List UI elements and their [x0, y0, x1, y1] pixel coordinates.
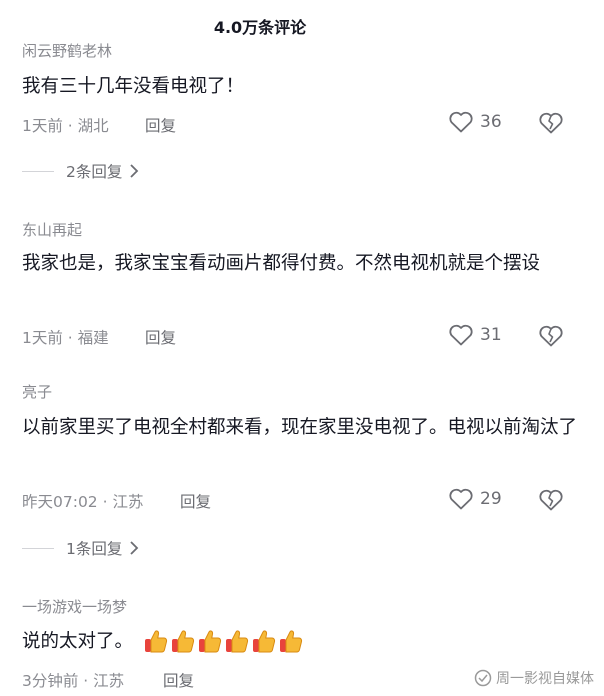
comment-username[interactable]: 东山再起 [22, 219, 82, 240]
reply-button[interactable]: 回复 [145, 326, 176, 348]
comment-username[interactable]: 闲云野鹤老林 [22, 40, 112, 61]
like-button[interactable]: 31 [448, 323, 502, 347]
broken-heart-icon[interactable] [538, 324, 564, 348]
watermark: 周一影视自媒体 [474, 668, 594, 688]
reply-button[interactable]: 回复 [163, 669, 194, 691]
replies-count-label: 1条回复 [66, 540, 123, 558]
replies-divider [22, 547, 54, 549]
like-count: 31 [480, 325, 502, 345]
comment-meta: 1天前 · 福建 [22, 329, 109, 347]
comment-meta: 1天前 · 湖北 [22, 117, 109, 135]
replies-count-label: 2条回复 [66, 163, 123, 181]
view-replies-button[interactable]: 1条回复 [22, 537, 140, 559]
thumbs-up-emoji [198, 630, 221, 653]
watermark-logo-icon [474, 669, 492, 687]
comment-text: 我有三十几年没看电视了！ [22, 76, 245, 97]
comment-text: 说的太对了。 [22, 631, 134, 652]
like-button[interactable]: 29 [448, 487, 502, 511]
reply-button[interactable]: 回复 [145, 114, 176, 136]
reply-button[interactable]: 回复 [180, 490, 211, 512]
chevron-right-icon [130, 164, 139, 178]
like-count: 36 [480, 112, 502, 132]
thumbs-up-emoji [144, 630, 167, 653]
like-count: 29 [480, 489, 502, 509]
view-replies-button[interactable]: 2条回复 [22, 160, 140, 182]
thumbs-up-emoji [279, 630, 302, 653]
broken-heart-icon[interactable] [538, 111, 564, 135]
comment-username[interactable]: 亮子 [22, 381, 52, 402]
thumbs-up-emoji-group [143, 628, 305, 656]
replies-divider [22, 170, 54, 172]
comment-text: 以前家里买了电视全村都来看，现在家里没电视了。电视以前淘汰了 [22, 417, 578, 438]
comment-text-row: 说的太对了。 [22, 623, 305, 661]
thumbs-up-emoji [171, 630, 194, 653]
heart-outline-icon [449, 111, 473, 133]
watermark-text: 周一影视自媒体 [496, 671, 594, 687]
like-button[interactable]: 36 [448, 110, 502, 134]
heart-outline-icon [449, 324, 473, 346]
thumbs-up-emoji [225, 630, 248, 653]
thumbs-up-emoji [252, 630, 275, 653]
comment-username[interactable]: 一场游戏一场梦 [22, 596, 127, 617]
broken-heart-icon[interactable] [538, 488, 564, 512]
heart-outline-icon [449, 488, 473, 510]
comments-count-title: 4.0万条评论 [213, 18, 307, 37]
comment-meta: 3分钟前 · 江苏 [22, 672, 125, 690]
comment-text: 我家也是，我家宝宝看动画片都得付费。不然电视机就是个摆设 [22, 253, 541, 274]
comment-meta: 昨天07:02 · 江苏 [22, 493, 144, 511]
chevron-right-icon [130, 541, 139, 555]
